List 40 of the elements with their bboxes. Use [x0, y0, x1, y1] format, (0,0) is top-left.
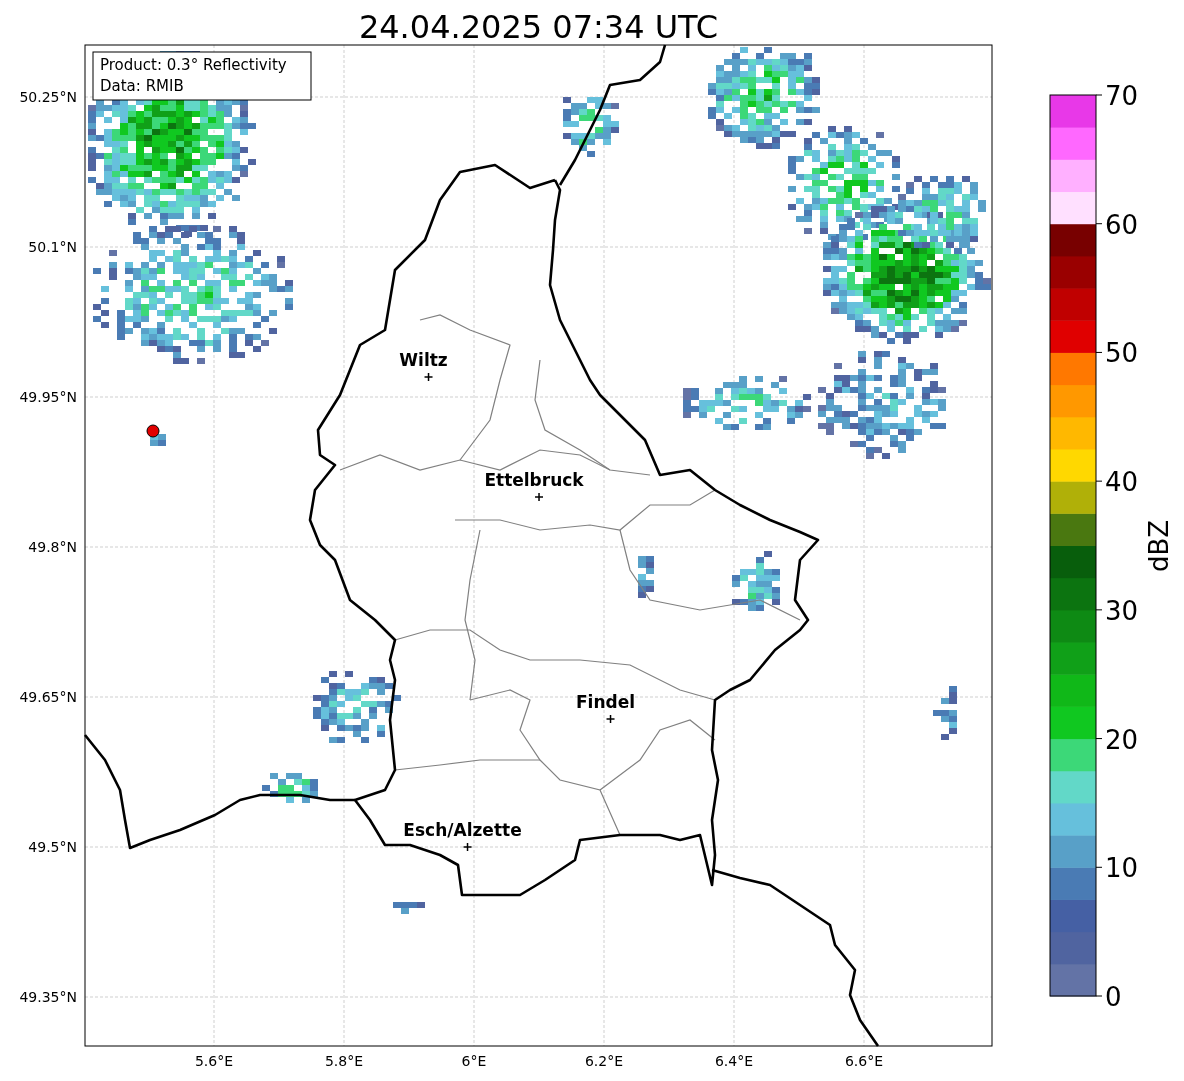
colorbar-tick-label: 30	[1105, 595, 1139, 626]
longitude-label: 5.8°E	[324, 1053, 364, 1069]
colorbar-label: dBZ	[1144, 519, 1174, 573]
colorbar-tick-label: 20	[1105, 724, 1139, 755]
latitude-label: 49.5°N	[28, 839, 77, 855]
colorbar-tick-label: 10	[1105, 853, 1139, 884]
latitude-label: 50.25°N	[19, 89, 77, 105]
colorbar-tick-label: 60	[1105, 209, 1139, 240]
radar-echo-drawing	[638, 556, 654, 598]
radar-echo-drawing	[393, 902, 425, 914]
colorbar-tick-label: 50	[1105, 338, 1139, 369]
city-marker-icon	[462, 842, 473, 852]
longitude-label: 6.2°E	[584, 1053, 624, 1069]
info-text: Product: 0.3° Reflectivity	[100, 56, 287, 74]
city-label: Esch/Alzette	[403, 820, 522, 840]
colorbar-tick-label: 0	[1105, 982, 1122, 1012]
longitude-label: 5.6°E	[194, 1053, 234, 1069]
radar-echo-drawing	[732, 551, 780, 611]
longitude-label: 6.6°E	[844, 1053, 884, 1069]
city-label: Wiltz	[399, 350, 448, 370]
radar-site-icon	[146, 424, 160, 438]
latitude-label: 49.65°N	[19, 689, 77, 705]
longitude-label: 6.4°E	[714, 1053, 754, 1069]
city-marker-icon	[605, 714, 616, 724]
plot-title: 24.04.2025 07:34 UTC	[358, 8, 719, 46]
city-marker-icon	[423, 372, 434, 382]
latitude-label: 49.35°N	[19, 989, 77, 1005]
city-marker-icon	[534, 492, 544, 502]
city-label: Findel	[576, 692, 636, 712]
latitude-label: 49.8°N	[28, 539, 77, 555]
info-text: Data: RMIB	[100, 77, 184, 95]
latitude-label: 49.95°N	[19, 389, 77, 405]
city-label: Ettelbruck	[484, 470, 584, 490]
radar-echo-drawing	[563, 97, 619, 157]
radar-echo-drawing	[262, 773, 318, 803]
latitude-label: 50.1°N	[28, 239, 77, 255]
radar-echo-drawing	[933, 686, 957, 740]
colorbar-tick-label: 70	[1105, 81, 1139, 111]
longitude-label: 6°E	[461, 1053, 487, 1069]
colorbar-tick-label: 40	[1105, 467, 1139, 498]
